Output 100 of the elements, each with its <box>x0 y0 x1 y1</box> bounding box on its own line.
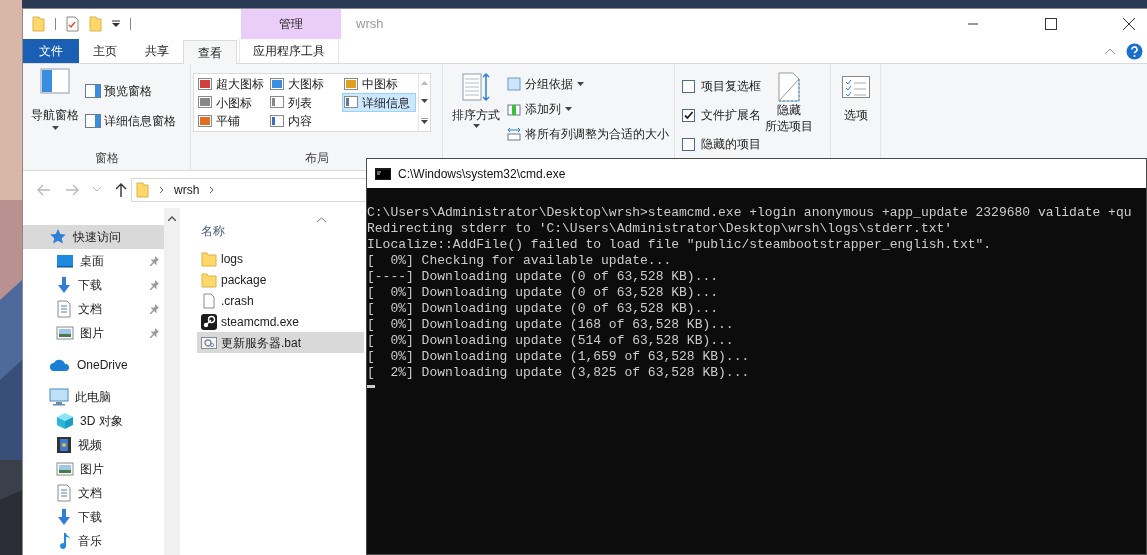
nav-item[interactable]: 图片 <box>23 321 164 345</box>
folder-icon <box>201 250 217 267</box>
options-button[interactable]: 选项 <box>841 76 870 124</box>
checkbox-label[interactable]: 文件扩展名 <box>701 106 761 124</box>
file-tab[interactable]: 文件 <box>23 39 79 63</box>
help-icon <box>1126 42 1143 60</box>
pin-icon <box>148 303 160 315</box>
ribbon-tab[interactable]: 共享 <box>131 39 183 63</box>
checkbox-label[interactable]: 隐藏的项目 <box>701 135 761 153</box>
nav-item[interactable]: 文档 <box>23 481 164 505</box>
down-arrow-icon <box>56 508 72 526</box>
file-item[interactable]: steamcmd.exe <box>197 311 364 332</box>
checkbox[interactable] <box>682 137 695 151</box>
caret-icon <box>51 126 59 130</box>
window-title: wrsh <box>356 15 384 34</box>
file-item[interactable]: package <box>197 269 364 290</box>
nav-item[interactable]: 音乐 <box>23 529 164 553</box>
view-icon <box>198 96 212 109</box>
nav-item[interactable]: 图片 <box>23 457 164 481</box>
gear-window-icon <box>201 334 217 351</box>
hidden-page-icon <box>777 72 801 102</box>
preview-pane-button[interactable]: 预览窗格 <box>85 82 176 100</box>
add-column-icon <box>507 102 521 116</box>
checkbox[interactable] <box>682 79 695 93</box>
nav-item[interactable]: 文档 <box>23 297 164 321</box>
size-columns-button[interactable]: 将所有列调整为合适的大小 <box>507 125 669 143</box>
file-item[interactable]: 更新服务器.bat <box>197 332 364 353</box>
layout-option[interactable]: 详细信息 <box>342 93 416 112</box>
scroll-down-icon <box>421 99 428 104</box>
layout-option[interactable]: 内容 <box>268 111 342 130</box>
ribbon-tab[interactable]: 主页 <box>79 39 131 63</box>
ribbon-tab[interactable]: 应用程序工具 <box>239 39 339 63</box>
pane-icon <box>85 84 101 98</box>
console-line: ILocalize::AddFile() failed to load file "public/steambootstrapper_english.txt". <box>367 237 992 253</box>
collapse-ribbon-icon <box>1104 47 1116 55</box>
console-line: [ 2%] Downloading update (3,825 of 63,528 KB)... <box>367 365 750 381</box>
star-icon <box>49 228 67 246</box>
view-icon <box>270 96 284 109</box>
monitor-icon <box>56 253 74 269</box>
view-icon <box>198 114 212 127</box>
group-by-button[interactable]: 分组依据 <box>507 75 669 93</box>
console-line: [ 0%] Downloading update (0 of 63,528 KB)... <box>367 285 719 301</box>
file-item[interactable]: logs <box>197 248 364 269</box>
nav-item[interactable]: 快速访问 <box>23 225 164 249</box>
scroll-up-icon <box>168 216 176 221</box>
folder-icon <box>136 181 149 198</box>
view-icon <box>344 78 358 91</box>
hide-selected-button[interactable]: 隐藏 所选项目 <box>765 72 813 134</box>
view-icon <box>344 96 358 109</box>
layout-option[interactable]: 大图标 <box>268 75 342 94</box>
checkbox-label[interactable]: 项目复选框 <box>701 77 761 95</box>
up-icon <box>115 182 127 197</box>
console-line: [ 0%] Downloading update (168 of 63,528 KB)... <box>367 317 734 333</box>
group-label: 窗格 <box>93 150 120 167</box>
nav-item[interactable]: OneDrive <box>23 353 164 377</box>
fit-columns-icon <box>507 127 521 141</box>
navigation-pane-button[interactable]: 导航窗格 <box>27 68 83 130</box>
picture-icon <box>56 325 74 341</box>
file-item[interactable]: .crash <box>197 290 364 311</box>
nav-item[interactable]: 3D 对象 <box>23 409 164 433</box>
nav-item[interactable]: 桌面 <box>23 249 164 273</box>
layout-option[interactable]: 超大图标 <box>196 75 268 94</box>
sort-caret-icon <box>317 216 326 222</box>
console-icon <box>375 167 391 180</box>
chevron-icon <box>159 185 164 194</box>
text-cursor <box>367 385 375 388</box>
nav-item[interactable]: 下载 <box>23 505 164 529</box>
layout-option[interactable]: 平铺 <box>196 111 268 130</box>
details-pane-button[interactable]: 详细信息窗格 <box>85 112 176 130</box>
layout-option[interactable]: 列表 <box>268 93 342 112</box>
scrollbar[interactable] <box>164 208 180 555</box>
sort-icon <box>461 72 491 102</box>
file-icon <box>201 292 217 309</box>
layout-option[interactable]: 中图标 <box>342 75 416 94</box>
sort-by-button[interactable]: 排序方式 <box>451 72 501 128</box>
console-line: [ 0%] Downloading update (514 of 63,528 KB)... <box>367 333 734 349</box>
nav-item[interactable]: 视频 <box>23 433 164 457</box>
chevron-icon <box>209 185 215 194</box>
nav-item[interactable]: 此电脑 <box>23 385 164 409</box>
address-bar[interactable]: wrsh <box>131 177 367 202</box>
cloud-icon <box>49 358 71 372</box>
view-icon <box>270 78 284 91</box>
column-header[interactable]: 名称 <box>201 222 225 240</box>
add-column-button[interactable]: 添加列 <box>507 100 669 118</box>
nav-item[interactable]: 下载 <box>23 273 164 297</box>
console-line: Redirecting stderr to 'C:\Users\Administrator\Desktop\wrsh\logs\stderr.txt' <box>367 221 953 237</box>
film-strip-icon <box>56 436 72 454</box>
console-line: [ 0%] Checking for available update... <box>367 253 672 269</box>
breadcrumb[interactable]: wrsh <box>174 180 200 199</box>
group-label: 布局 <box>303 150 330 167</box>
cube-icon <box>56 412 74 430</box>
expand-gallery-icon <box>421 117 428 124</box>
close-icon <box>1123 18 1135 30</box>
ribbon-tab[interactable]: 查看 <box>183 40 237 64</box>
view-icon <box>198 78 212 91</box>
context-tab-header: 管理 <box>241 9 341 39</box>
layout-option[interactable]: 小图标 <box>196 93 268 112</box>
maximize-icon <box>1045 18 1057 30</box>
checkbox[interactable] <box>682 108 695 122</box>
pin-icon <box>148 327 160 339</box>
